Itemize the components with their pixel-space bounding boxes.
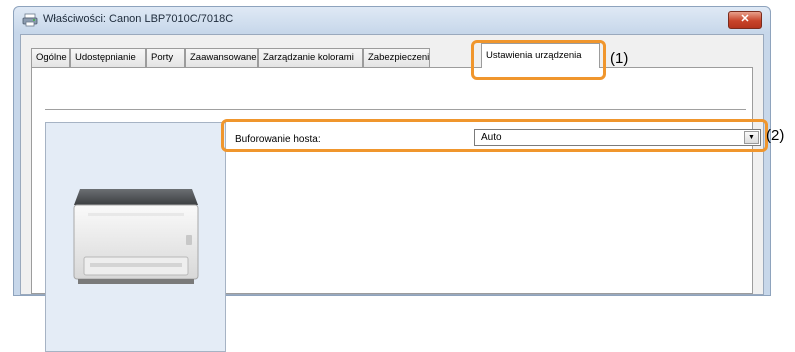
callout-box-2 bbox=[221, 119, 768, 152]
close-button[interactable]: ✕ bbox=[728, 11, 762, 29]
tab-sharing[interactable]: Udostępnianie bbox=[70, 48, 146, 67]
title-bar: Właściwości: Canon LBP7010C/7018C ✕ bbox=[14, 7, 770, 33]
callout-box-1 bbox=[471, 40, 606, 80]
dialog-client-area: Ogólne Udostępnianie Porty Zaawansowane … bbox=[20, 34, 764, 352]
printer-preview-panel bbox=[45, 122, 226, 352]
tab-strip: Ogólne Udostępnianie Porty Zaawansowane … bbox=[31, 43, 753, 68]
divider bbox=[45, 109, 746, 111]
tab-color-management[interactable]: Zarządzanie kolorami bbox=[258, 48, 363, 67]
window-title: Właściwości: Canon LBP7010C/7018C bbox=[43, 13, 234, 25]
tab-ports[interactable]: Porty bbox=[146, 48, 185, 67]
tab-general[interactable]: Ogólne bbox=[31, 48, 70, 67]
tab-advanced[interactable]: Zaawansowane bbox=[185, 48, 258, 67]
callout-label-1: (1) bbox=[610, 50, 629, 67]
printer-icon bbox=[22, 13, 38, 27]
callout-label-2: (2) bbox=[766, 127, 785, 144]
printer-image bbox=[73, 189, 199, 284]
tab-panel-device-settings: Buforowanie hosta: Auto ▼ bbox=[31, 67, 761, 352]
tab-security[interactable]: Zabezpieczeni bbox=[363, 48, 430, 67]
